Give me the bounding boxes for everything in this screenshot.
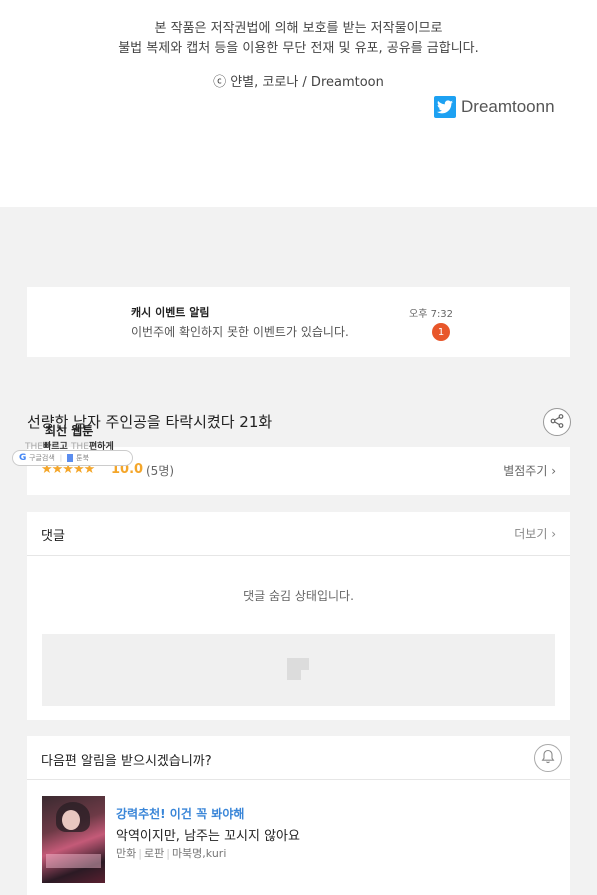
event-alert-card[interactable]: 캐시 이벤트 알림 이번주에 확인하지 못한 이벤트가 있습니다. 오후 7:3… bbox=[27, 287, 570, 357]
comments-card: 댓글 더보기 › 댓글 숨김 상태입니다. bbox=[27, 512, 570, 720]
copyright-notice-line-1: 본 작품은 저작권법에 의해 보호를 받는 저작물이므로 bbox=[154, 21, 443, 36]
recommendation-genre: 만화 bbox=[116, 847, 137, 860]
comments-more-link[interactable]: 더보기 › bbox=[514, 525, 556, 542]
event-alert-count-badge: 1 bbox=[432, 323, 450, 341]
twitter-handle: Dreamtoonn bbox=[461, 97, 555, 116]
share-button[interactable] bbox=[543, 408, 571, 436]
cut-off-text: ━━ ━━━━ ━━━━━━━ ━━━━━━━ ━━━━━━━━━━ ━━ bbox=[130, 0, 510, 7]
notify-question: 다음편 알림을 받으시겠습니까? bbox=[41, 754, 212, 769]
notify-card: 다음편 알림을 받으시겠습니까? 강력추천! 이건 꼭 봐야해 악역이지만, 남… bbox=[27, 736, 570, 895]
recommendation-meta: 만화 | 로판 | 마북명,kuri bbox=[116, 847, 227, 860]
notify-bell-button[interactable] bbox=[534, 744, 562, 772]
twitter-icon bbox=[434, 96, 456, 118]
event-alert-title: 캐시 이벤트 알림 bbox=[131, 306, 210, 319]
overlay-ad-chips[interactable]: G 구글검색 | 툰북 bbox=[12, 450, 133, 466]
notify-header: 다음편 알림을 받으시겠습니까? bbox=[27, 736, 570, 780]
toonbook-chip[interactable]: 툰북 bbox=[76, 453, 89, 463]
copyright-credit: ⓒ 얀별, 코로나 / Dreamtoon bbox=[213, 75, 384, 90]
bell-icon bbox=[541, 749, 555, 768]
comments-header: 댓글 더보기 › bbox=[27, 512, 570, 556]
recommendation-title[interactable]: 악역이지만, 남주는 꼬시지 않아요 bbox=[116, 825, 300, 844]
book-icon bbox=[67, 454, 74, 462]
copyright-notice-line-2: 불법 복제와 캡처 등을 이용한 무단 전재 및 유포, 공유를 금합니다. bbox=[118, 41, 479, 56]
overlay-ad-title[interactable]: 최신 웹툰 bbox=[45, 422, 93, 439]
rating-count: (5명) bbox=[146, 464, 175, 478]
google-search-chip[interactable]: 구글검색 bbox=[29, 453, 55, 463]
rate-button[interactable]: 별점주기 › bbox=[503, 462, 556, 479]
recommendation-format: 로판 bbox=[143, 847, 165, 860]
ad-placeholder[interactable] bbox=[42, 634, 555, 706]
copyright-section: ━━ ━━━━ ━━━━━━━ ━━━━━━━ ━━━━━━━━━━ ━━ 본 … bbox=[0, 0, 597, 207]
google-icon: G bbox=[19, 453, 27, 463]
event-alert-time: 오후 7:32 bbox=[409, 309, 454, 320]
chip-divider: | bbox=[59, 454, 63, 462]
comments-hidden-message: 댓글 숨김 상태입니다. bbox=[243, 589, 354, 603]
ad-placeholder-icon bbox=[287, 658, 309, 680]
recommendation-authors: 마북명,kuri bbox=[171, 847, 227, 860]
recommendation-thumbnail[interactable] bbox=[42, 796, 105, 883]
share-icon bbox=[550, 413, 564, 432]
recommendation-tag: 강력추천! 이건 꼭 봐야해 bbox=[116, 807, 245, 821]
comments-title: 댓글 bbox=[41, 529, 65, 544]
twitter-link[interactable]: Dreamtoonn bbox=[434, 96, 555, 118]
event-alert-description: 이번주에 확인하지 못한 이벤트가 있습니다. bbox=[131, 325, 349, 339]
copyright-notice: 본 작품은 저작권법에 의해 보호를 받는 저작물이므로 불법 복제와 캡처 등… bbox=[0, 19, 597, 59]
